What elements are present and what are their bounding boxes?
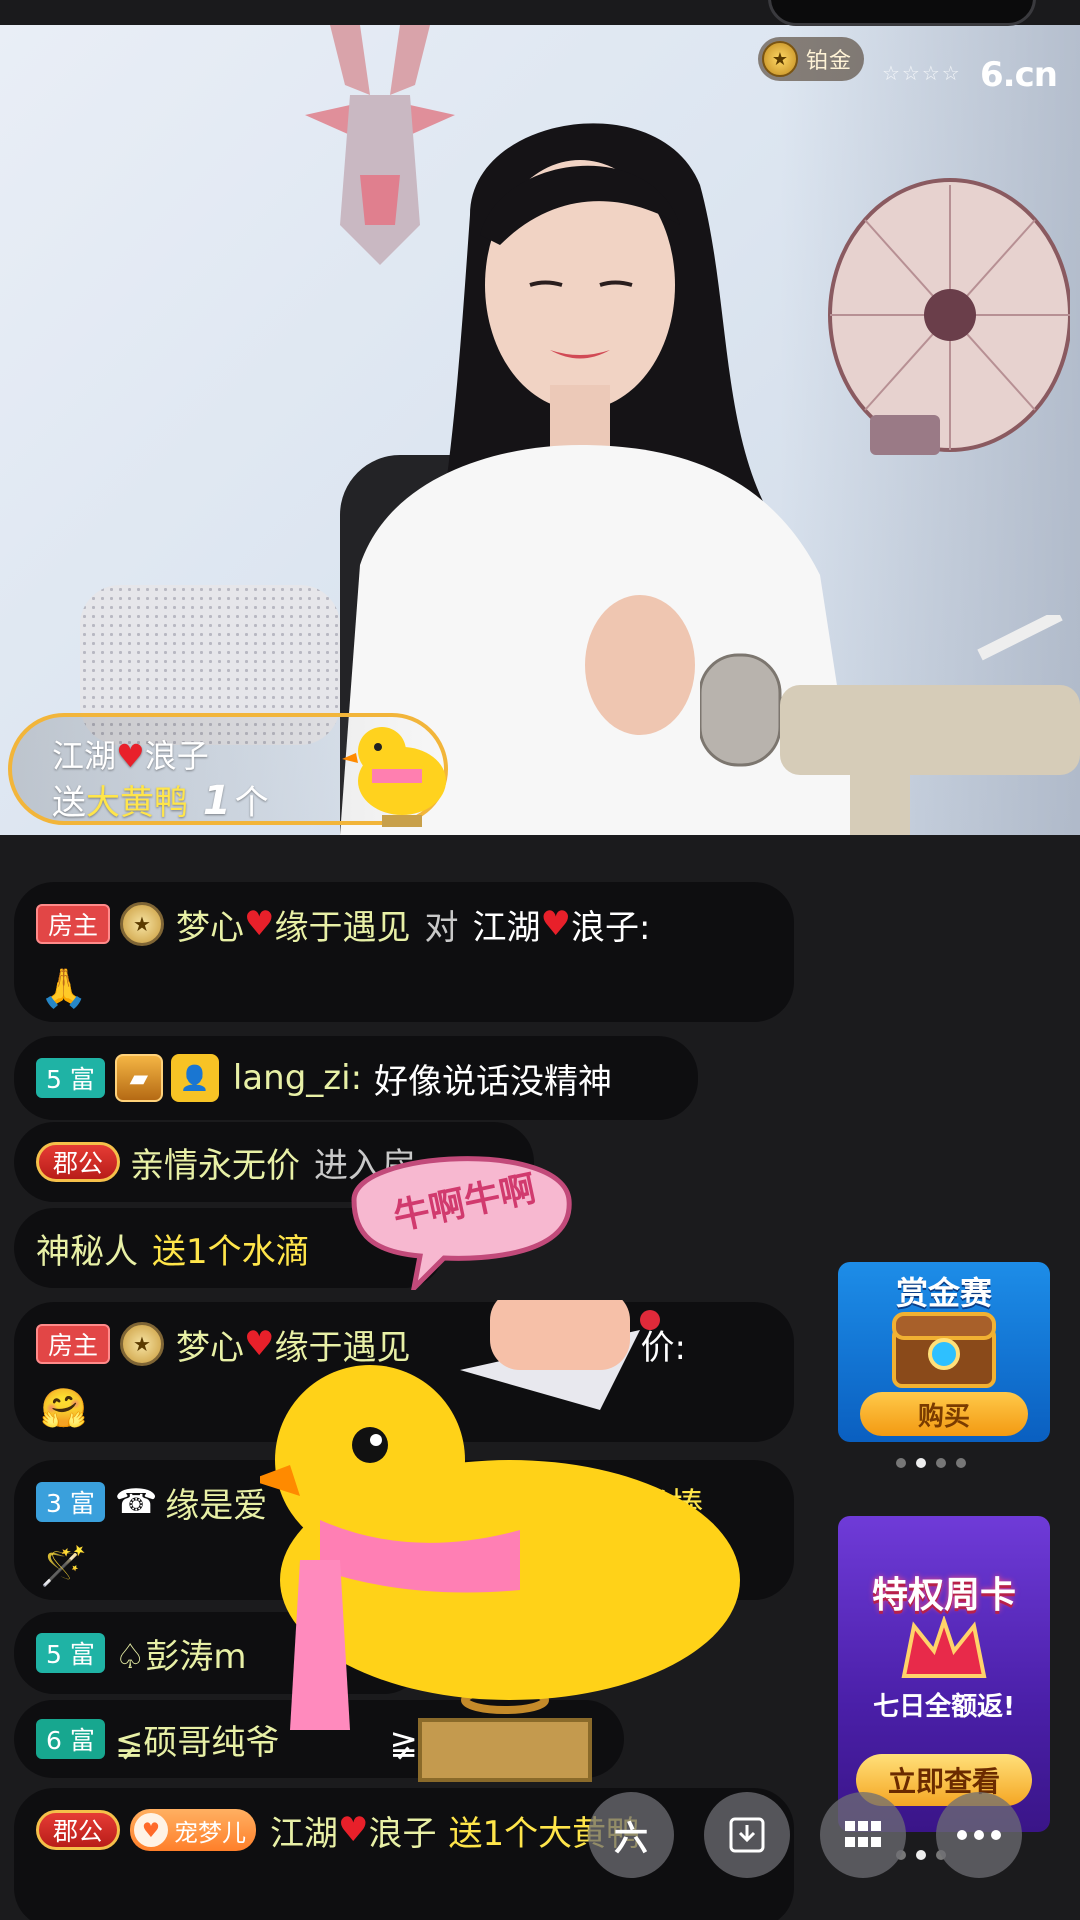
heart-icon: ♥	[540, 904, 571, 944]
more-button[interactable]	[936, 1792, 1022, 1878]
download-button[interactable]	[704, 1792, 790, 1878]
target-name-part: 浪子:	[570, 907, 651, 948]
username[interactable]: 神秘人	[36, 1224, 138, 1273]
gift-description: 送大黄鸭 1个	[52, 775, 269, 824]
username[interactable]: ♤彭涛m	[115, 1629, 247, 1678]
level-badge[interactable]: ★ 铂金	[758, 37, 865, 81]
more-icon	[957, 1830, 1001, 1840]
weekly-card-ad-banner[interactable]: 特权周卡 七日全额返! 立即查看	[838, 1516, 1050, 1832]
username[interactable]: 缘是爱	[165, 1478, 267, 1527]
sender-name-part: 江湖	[52, 737, 117, 775]
page-dot[interactable]	[956, 1458, 966, 1468]
username-part[interactable]: 梦心	[176, 1320, 244, 1369]
bounty-buy-button[interactable]: 购买	[860, 1392, 1028, 1436]
username[interactable]: lang_zi:	[233, 1058, 362, 1098]
username[interactable]: 亲情永无价	[130, 1138, 300, 1187]
download-icon	[729, 1817, 765, 1853]
gift-banner: 江湖♥浪子 送大黄鸭 1个	[8, 713, 448, 827]
username-part[interactable]: 缘于遇见	[275, 900, 411, 949]
page-dot-active[interactable]	[916, 1850, 926, 1860]
medal-icon: ★	[120, 1322, 165, 1366]
chat-message[interactable]: 5 富 ▰ 👤 lang_zi: 好像说话没精神	[14, 1036, 698, 1120]
room-owner-badge: 房主	[36, 1324, 111, 1364]
username[interactable]: ≨硕哥纯爷	[115, 1715, 280, 1764]
liu-label: 六	[614, 1818, 648, 1859]
room-owner-badge: 房主	[36, 904, 111, 944]
gift-unit: 个	[234, 783, 269, 823]
wealth-badge: 5 富	[36, 1058, 105, 1098]
treasure-chest-icon	[892, 1312, 996, 1388]
liu-button[interactable]: 六	[588, 1792, 674, 1878]
wealth-badge: 6 富	[36, 1719, 105, 1759]
sender-name-part: 浪子	[144, 737, 209, 775]
top-pill-button[interactable]	[768, 0, 1036, 26]
duck-gift-icon	[342, 727, 446, 827]
grid-icon	[845, 1821, 881, 1847]
phone-icon: ☎	[114, 1482, 158, 1522]
gift-count: 1	[202, 778, 231, 824]
gold-bar-icon: ▰	[114, 1054, 163, 1102]
heart-icon: ♥	[116, 737, 145, 775]
bounty-pager[interactable]	[896, 1458, 966, 1468]
user-icon: 👤	[170, 1054, 219, 1102]
message-text: 送1个水滴	[152, 1231, 310, 1272]
pet-heart-icon: ♥	[134, 1813, 169, 1847]
microphone	[700, 615, 1080, 835]
gift-prefix: 送	[52, 783, 86, 823]
pet-name: 宠梦儿	[174, 1818, 247, 1847]
bubble-sticker: 牛啊牛啊	[334, 1140, 584, 1290]
page-dot[interactable]	[896, 1458, 906, 1468]
chat-message[interactable]: 房主 ★ 梦心 ♥ 缘于遇见 对 江湖 ♥ 浪子: 🙏	[14, 882, 794, 1022]
medal-icon: ★	[762, 41, 798, 77]
username-part[interactable]: 梦心	[176, 900, 244, 949]
to-label: 对	[424, 907, 459, 948]
medal-icon: ★	[120, 902, 165, 946]
crown-emblem-icon	[901, 1616, 987, 1678]
message-text: 好像说话没精神	[374, 1061, 613, 1102]
big-duck-animation	[260, 1300, 740, 1782]
page-dot-active[interactable]	[916, 1458, 926, 1468]
weekly-subtitle: 七日全额返!	[873, 1692, 1015, 1722]
heart-icon: ♥	[244, 904, 275, 944]
star-rating: ☆☆☆☆	[882, 61, 962, 85]
page-dot[interactable]	[936, 1458, 946, 1468]
duke-badge: 郡公	[36, 1810, 121, 1850]
emoji: 🙏	[40, 966, 88, 1010]
gift-name: 大黄鸭	[86, 783, 188, 823]
duke-badge: 郡公	[36, 1142, 121, 1182]
pet-badge: ♥ 宠梦儿	[130, 1809, 257, 1851]
gift-sender: 江湖♥浪子	[52, 731, 209, 777]
target-name-part: 江湖	[472, 907, 541, 948]
grid-menu-button[interactable]	[820, 1792, 906, 1878]
wealth-badge: 3 富	[36, 1482, 105, 1522]
level-label: 铂金	[806, 49, 853, 74]
weekly-title: 特权周卡	[871, 1575, 1016, 1616]
live-video[interactable]: ★ 铂金 ☆☆☆☆ 6.cn 江湖♥浪子 送大黄鸭 1个	[0, 25, 1080, 835]
bounty-ad-banner[interactable]: 赏金赛 购买	[838, 1262, 1050, 1442]
site-logo: 6.cn	[980, 55, 1058, 95]
wealth-badge: 5 富	[36, 1633, 105, 1673]
